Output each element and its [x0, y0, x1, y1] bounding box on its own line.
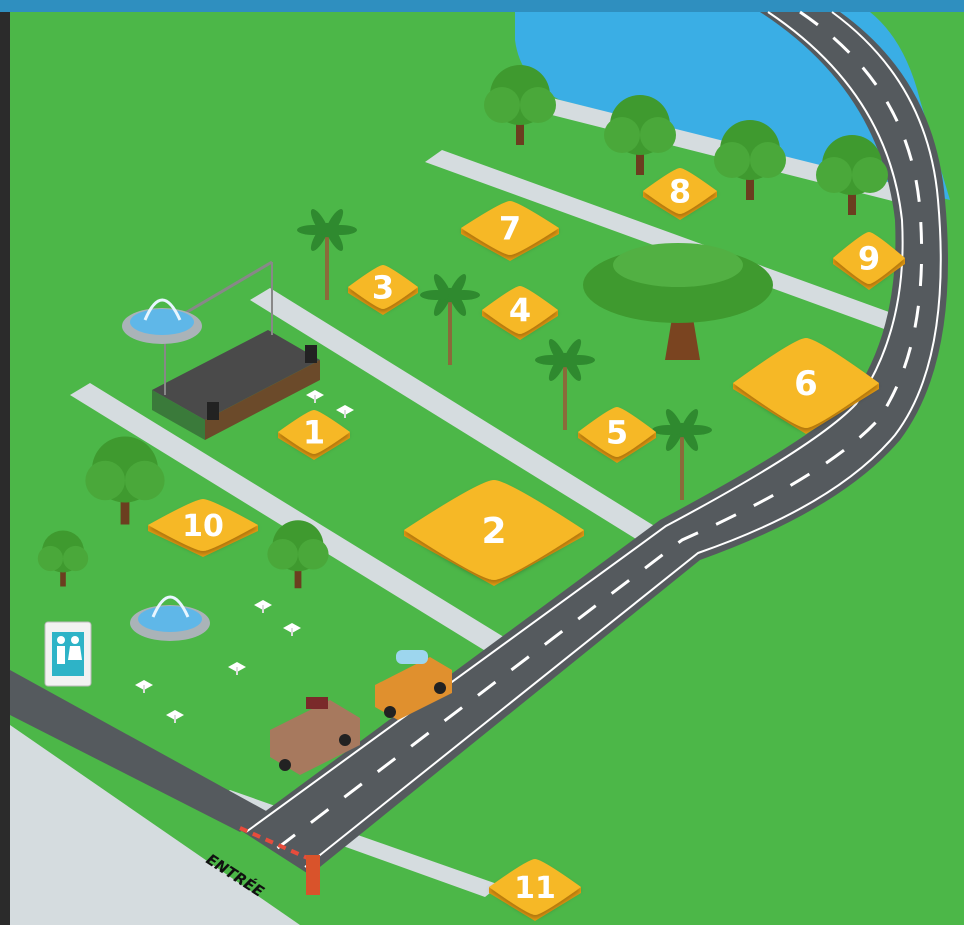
area-marker-label-1: 1	[303, 414, 325, 452]
top-band	[0, 0, 964, 12]
area-marker-label-3: 3	[372, 269, 394, 307]
area-marker-label-4: 4	[509, 292, 531, 330]
area-marker-label-6: 6	[794, 364, 818, 404]
area-marker-label-11: 11	[514, 871, 556, 906]
map-canvas: ENTRÉE 1234567891011	[0, 0, 964, 925]
area-marker-label-9: 9	[858, 240, 880, 278]
area-marker-label-7: 7	[499, 210, 521, 248]
area-marker-label-10: 10	[182, 509, 224, 544]
area-marker-label-2: 2	[481, 511, 506, 552]
area-marker-label-5: 5	[606, 414, 628, 452]
event-site-map: ENTRÉE 1 2 3 4 5 6 7 8 9 10 11	[0, 0, 964, 925]
area-marker-label-8: 8	[669, 173, 691, 211]
restroom-icon	[44, 621, 92, 687]
